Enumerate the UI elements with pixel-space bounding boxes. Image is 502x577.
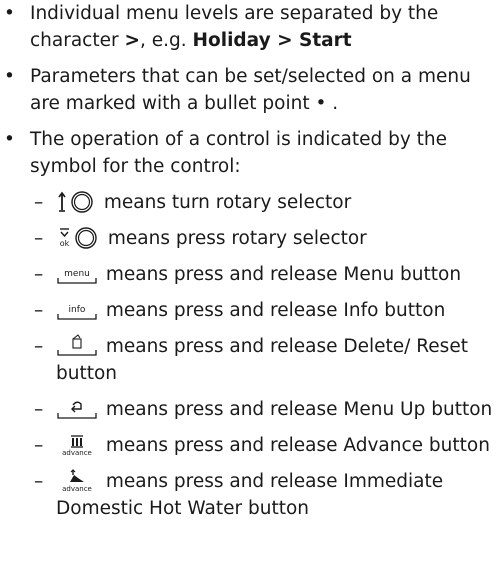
control-item-menu-button: – menu means press and release Menu butt… — [30, 261, 500, 288]
manual-page: • Individual menu levels are separated b… — [0, 0, 502, 577]
control-item-immediate-dhw-button: – advance means press and release Immedi… — [30, 468, 500, 522]
bullet-dot: • — [4, 129, 15, 150]
control-item-advance-button: – advance means press and release Advanc… — [30, 432, 500, 459]
control-description: means press and release Delete/ Reset bu… — [56, 336, 468, 384]
control-description: means press rotary selector — [107, 228, 367, 249]
menu-levels-text-2: , e.g. — [140, 30, 193, 51]
turn-rotary-selector-icon — [58, 191, 93, 213]
parameters-text: Parameters that can be set/selected on a… — [30, 66, 471, 114]
control-description: means press and release Info button — [105, 300, 446, 321]
dash: – — [34, 435, 44, 456]
control-symbol-list: – means turn rotary selector – ok means … — [30, 189, 500, 522]
icon-label-ok: ok — [60, 239, 70, 248]
icon-label-menu: menu — [64, 269, 90, 279]
info-button-icon: info — [57, 305, 97, 320]
advance-button-icon: advance — [62, 435, 92, 457]
icon-label-advance: advance — [62, 449, 92, 457]
control-description: means press and release Advance button — [105, 435, 490, 456]
example-path: Holiday > Start — [192, 30, 352, 51]
control-description: means press and release Menu Up button — [105, 399, 493, 420]
dash: – — [34, 471, 44, 492]
control-item-press-rotary: – ok means press rotary selector — [30, 225, 500, 252]
control-item-menu-up-button: – means press and release Menu Up button — [30, 396, 500, 423]
separator-symbol: > — [124, 30, 140, 51]
bullet-item-control-symbols: • The operation of a control is indicate… — [0, 126, 500, 522]
control-item-delete-reset-button: – means press and release Delete/ Reset … — [30, 333, 500, 387]
delete-reset-button-icon — [57, 334, 97, 356]
menu-up-button-icon — [57, 401, 97, 419]
dash: – — [34, 399, 44, 420]
control-description: means press and release Menu button — [105, 264, 462, 285]
dash: – — [34, 264, 44, 285]
control-symbols-intro: The operation of a control is indicated … — [30, 129, 448, 177]
menu-button-icon: menu — [57, 269, 97, 284]
bullet-dot: • — [4, 3, 15, 24]
control-description: means press and release Immediate Domest… — [56, 471, 444, 519]
press-rotary-selector-icon: ok — [60, 227, 97, 249]
immediate-dhw-button-icon: advance — [62, 469, 92, 493]
control-item-info-button: – info means press and release Info butt… — [30, 297, 500, 324]
icon-label-advance: advance — [62, 485, 92, 493]
bullet-list: • Individual menu levels are separated b… — [0, 0, 500, 522]
dash: – — [34, 228, 44, 249]
icon-label-info: info — [69, 305, 86, 315]
dash: – — [34, 192, 44, 213]
bullet-item-menu-levels: • Individual menu levels are separated b… — [0, 0, 500, 54]
dash: – — [34, 336, 44, 357]
dash: – — [34, 300, 44, 321]
control-description: means turn rotary selector — [103, 192, 352, 213]
bullet-dot: • — [4, 66, 15, 87]
control-item-turn-rotary: – means turn rotary selector — [30, 189, 500, 216]
bullet-item-parameters: • Parameters that can be set/selected on… — [0, 63, 500, 117]
